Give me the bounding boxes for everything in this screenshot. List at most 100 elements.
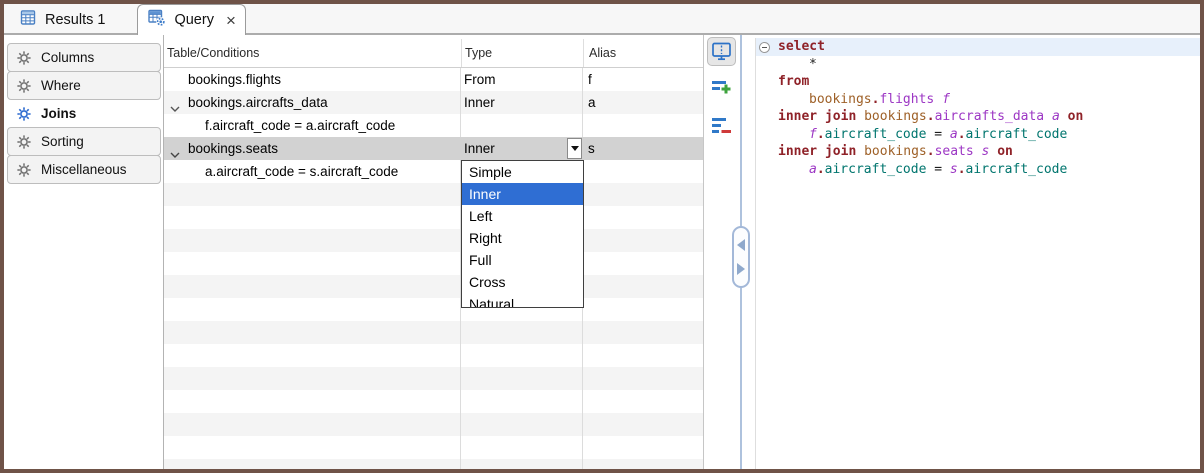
gear-icon: [16, 162, 32, 178]
row-join-condition: f.aircraft_code = a.aircraft_code: [205, 118, 395, 133]
sidebar-item-joins[interactable]: Joins: [7, 99, 161, 128]
dropdown-option-left[interactable]: Left: [462, 205, 583, 227]
sql-token: on: [997, 144, 1013, 159]
preview-panel-icon: [711, 41, 732, 62]
sql-code-line: f.aircraft_code = a.aircraft_code: [756, 126, 1200, 144]
table-row-selected[interactable]: bookings.seats Inner s: [164, 137, 703, 160]
dropdown-option-simple[interactable]: Simple: [462, 161, 583, 183]
tab-results-1[interactable]: Results 1: [10, 4, 127, 35]
column-header-table-conditions: Table/Conditions: [164, 46, 461, 60]
query-builder-window: Results 1 Query × Columns: [0, 0, 1204, 473]
sql-token: [989, 144, 997, 159]
gear-icon: [16, 106, 32, 122]
row-alias: s: [588, 141, 595, 156]
join-table-panel: Table/Conditions Type Alias bookings.fli…: [164, 35, 704, 469]
row-join-type: Inner: [464, 95, 495, 110]
sql-token: from: [778, 74, 809, 89]
sidebar-item-columns[interactable]: Columns: [7, 43, 161, 72]
gear-icon: [16, 78, 32, 94]
sql-code-line: a.aircraft_code = s.aircraft_code: [756, 161, 1200, 179]
close-icon[interactable]: ×: [226, 12, 236, 29]
sql-token: .: [927, 109, 935, 124]
sql-token: inner join: [778, 144, 856, 159]
join-type-combo[interactable]: Inner: [461, 137, 583, 160]
sql-token: aircraft_code: [966, 127, 1068, 142]
sidebar: Columns Where Joins Sorting Miscellaneou…: [4, 35, 164, 469]
row-alias: a: [588, 95, 596, 110]
tab-bar: Results 1 Query ×: [4, 4, 1200, 35]
add-join-button[interactable]: [707, 74, 736, 103]
sidebar-item-miscellaneous[interactable]: Miscellaneous: [7, 155, 161, 184]
sql-token: [856, 144, 864, 159]
join-table-body: bookings.flights From f bookings.aircraf…: [164, 68, 703, 469]
combo-dropdown-button[interactable]: [567, 138, 582, 159]
gear-icon: [16, 134, 32, 150]
sql-token: a: [950, 127, 958, 142]
sidebar-item-where[interactable]: Where: [7, 71, 161, 100]
query-builder-icon: [148, 9, 166, 31]
row-table-name: bookings.flights: [188, 72, 281, 87]
remove-join-icon: [711, 115, 732, 136]
table-row-condition[interactable]: a.aircraft_code = s.aircraft_code: [164, 160, 703, 183]
chevron-down-icon[interactable]: [170, 146, 180, 161]
sql-code-line: *: [756, 56, 1200, 74]
collapse-right-icon[interactable]: [737, 263, 745, 275]
sql-token: .: [927, 144, 935, 159]
tab-query[interactable]: Query ×: [137, 4, 245, 35]
sidebar-item-label: Where: [41, 78, 81, 93]
sql-token: .: [958, 162, 966, 177]
table-row[interactable]: bookings.aircrafts_data Inner a: [164, 91, 703, 114]
sidebar-item-sorting[interactable]: Sorting: [7, 127, 161, 156]
row-table-name: bookings.aircrafts_data: [188, 95, 328, 110]
sql-token: [1044, 109, 1052, 124]
sql-token: [856, 109, 864, 124]
fold-collapse-icon[interactable]: [759, 42, 770, 53]
sql-token: aircraft_code: [825, 162, 927, 177]
sql-token: bookings: [864, 109, 927, 124]
remove-join-button[interactable]: [707, 111, 736, 140]
row-join-condition: a.aircraft_code = s.aircraft_code: [205, 164, 398, 179]
sql-token: *: [809, 57, 817, 72]
chevron-down-icon[interactable]: [170, 100, 180, 115]
dropdown-arrow-icon: [571, 146, 579, 151]
sql-code-line: from: [756, 73, 1200, 91]
sql-code-line: select: [756, 38, 1200, 56]
tab-label: Results 1: [45, 12, 105, 28]
sash-collapse-control[interactable]: [732, 226, 750, 288]
sql-token: aircraft_code: [825, 127, 927, 142]
dropdown-option-inner[interactable]: Inner: [462, 183, 583, 205]
sql-token: inner join: [778, 109, 856, 124]
sql-token: .: [817, 162, 825, 177]
table-row-condition[interactable]: f.aircraft_code = a.aircraft_code: [164, 114, 703, 137]
sql-token: f: [809, 127, 817, 142]
sql-token: f: [942, 92, 950, 107]
join-table-header: Table/Conditions Type Alias: [164, 35, 703, 68]
sql-token: .: [817, 127, 825, 142]
sql-token: aircraft_code: [966, 162, 1068, 177]
sql-token: flights: [879, 92, 934, 107]
sql-code[interactable]: select*frombookings.flights finner join …: [755, 38, 1200, 469]
sql-code-line: inner join bookings.aircrafts_data a on: [756, 108, 1200, 126]
sql-code-line: inner join bookings.seats s on: [756, 143, 1200, 161]
sidebar-item-label: Joins: [41, 106, 76, 121]
sidebar-item-label: Miscellaneous: [41, 162, 127, 177]
dropdown-option-right[interactable]: Right: [462, 227, 583, 249]
panel-divider[interactable]: [738, 35, 744, 469]
combo-value: Inner: [464, 141, 495, 156]
tab-label: Query: [174, 12, 214, 28]
sql-token: [934, 92, 942, 107]
sidebar-item-label: Columns: [41, 50, 94, 65]
main-content: Columns Where Joins Sorting Miscellaneou…: [4, 35, 1200, 469]
sql-token: .: [958, 127, 966, 142]
sql-token: select: [778, 39, 825, 54]
dropdown-option-natural[interactable]: Natural: [462, 293, 583, 308]
sql-token: on: [1068, 109, 1084, 124]
collapse-left-icon[interactable]: [737, 239, 745, 251]
row-join-type: From: [464, 72, 496, 87]
results-table-icon: [20, 9, 37, 30]
toggle-sql-preview-button[interactable]: [707, 37, 736, 66]
table-row[interactable]: bookings.flights From f: [164, 68, 703, 91]
dropdown-option-cross[interactable]: Cross: [462, 271, 583, 293]
dropdown-option-full[interactable]: Full: [462, 249, 583, 271]
gear-icon: [16, 50, 32, 66]
